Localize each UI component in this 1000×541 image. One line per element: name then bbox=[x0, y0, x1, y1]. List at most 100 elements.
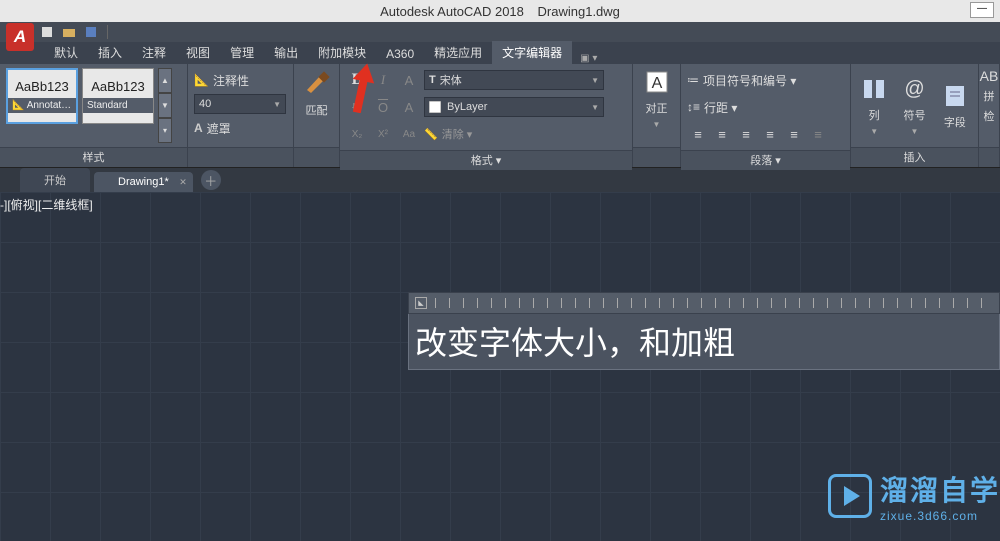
ribbon-collapse-icon[interactable]: ▣ ▾ bbox=[580, 53, 597, 64]
panel-insert: 列▼ @ 符号▼ 字段 插入 bbox=[851, 64, 979, 167]
doc-name: Drawing1.dwg bbox=[538, 4, 620, 19]
tab-annotate[interactable]: 注释 bbox=[132, 41, 176, 64]
ribbon: AaBb123 📐 Annotat… AaBb123 Standard ▲▼▾ … bbox=[0, 64, 1000, 168]
match-label: 匹配 bbox=[306, 102, 328, 118]
bullets-icon[interactable]: ≔ bbox=[687, 73, 699, 87]
annot-scale-icon[interactable]: 📐 bbox=[194, 73, 209, 87]
tab-output[interactable]: 输出 bbox=[264, 41, 308, 64]
subscript-button[interactable]: X₂ bbox=[346, 124, 368, 144]
columns-button[interactable]: 列▼ bbox=[857, 68, 891, 143]
panel-title-insert: 插入 bbox=[851, 147, 978, 167]
bold-button[interactable]: B bbox=[346, 70, 368, 90]
align-extra-button[interactable]: ≡ bbox=[807, 124, 829, 144]
justify-icon[interactable]: A bbox=[643, 68, 671, 96]
line-spacing-label[interactable]: 行距 ▾ bbox=[704, 99, 737, 116]
mtext-editor[interactable]: ◣ 改变字体大小，和加粗 bbox=[408, 292, 1000, 370]
tab-default[interactable]: 默认 bbox=[44, 41, 88, 64]
app-name: Autodesk AutoCAD 2018 bbox=[380, 4, 524, 19]
font-family-dropdown[interactable]: T 宋体 ▼ bbox=[424, 70, 604, 90]
mtext-content[interactable]: 改变字体大小，和加粗 bbox=[415, 325, 735, 361]
spell-icon[interactable]: AB bbox=[980, 68, 999, 84]
quick-access-toolbar: A bbox=[0, 22, 1000, 42]
panel-title-format[interactable]: 格式 ▾ bbox=[340, 150, 632, 170]
tab-featured[interactable]: 精选应用 bbox=[424, 41, 492, 64]
mask-label[interactable]: 遮罩 bbox=[207, 120, 231, 137]
qat-save-icon[interactable] bbox=[82, 24, 100, 40]
watermark-play-icon bbox=[828, 474, 872, 518]
ruler-icon[interactable]: 📏 bbox=[424, 128, 438, 141]
case-button[interactable]: Aa bbox=[398, 124, 420, 144]
other-a-button[interactable]: A bbox=[398, 97, 420, 117]
tab-text-editor[interactable]: 文字编辑器 bbox=[492, 41, 572, 64]
symbol-button[interactable]: @ 符号▼ bbox=[897, 68, 931, 143]
color-swatch-icon bbox=[429, 101, 441, 113]
doc-tab-drawing1[interactable]: Drawing1*✕ bbox=[94, 172, 193, 192]
minimize-button[interactable]: — bbox=[970, 2, 994, 18]
new-tab-button[interactable]: ＋ bbox=[201, 170, 221, 190]
mtext-ruler[interactable]: ◣ bbox=[408, 292, 1000, 314]
mtext-textbox[interactable]: 改变字体大小，和加粗 bbox=[408, 314, 1000, 370]
annot-label: 注释性 bbox=[213, 72, 249, 89]
align-left-button[interactable]: ≡ bbox=[687, 124, 709, 144]
drawing-canvas[interactable]: -][俯视][二维线框] ◣ 改变字体大小，和加粗 溜溜自学 zixue.3d6… bbox=[0, 192, 1000, 541]
clear-formatting-button[interactable]: 清除 ▾ bbox=[442, 126, 473, 142]
tab-view[interactable]: 视图 bbox=[176, 41, 220, 64]
style-sample: AaBb123 bbox=[91, 79, 145, 94]
panel-annot: 📐 注释性 40 ▼ A 遮罩 bbox=[188, 64, 294, 167]
style-card-standard[interactable]: AaBb123 Standard bbox=[82, 68, 154, 124]
qat-open-icon[interactable] bbox=[60, 24, 78, 40]
style-name: Standard bbox=[83, 98, 153, 113]
watermark-url: zixue.3d66.com bbox=[880, 509, 978, 523]
overline-button[interactable]: O bbox=[372, 97, 394, 117]
panel-match: 匹配 bbox=[294, 64, 340, 167]
ruler-corner-icon[interactable]: ◣ bbox=[415, 297, 427, 309]
window-titlebar: Autodesk AutoCAD 2018 Drawing1.dwg — bbox=[0, 0, 1000, 22]
panel-style: AaBb123 📐 Annotat… AaBb123 Standard ▲▼▾ … bbox=[0, 64, 188, 167]
ruler-ticks[interactable] bbox=[435, 298, 989, 308]
columns-icon bbox=[860, 75, 888, 103]
app-logo-icon[interactable]: A bbox=[6, 23, 34, 51]
watermark: 溜溜自学 zixue.3d66.com bbox=[828, 469, 1000, 523]
panel-format: B I A T 宋体 ▼ U O A ByLayer ▼ bbox=[340, 64, 633, 167]
close-icon[interactable]: ✕ bbox=[179, 177, 187, 188]
align-justify-button[interactable]: ≡ bbox=[759, 124, 781, 144]
text-height-value: 40 bbox=[199, 98, 211, 110]
align-dist-button[interactable]: ≡ bbox=[783, 124, 805, 144]
panel-title-paragraph[interactable]: 段落 ▾ bbox=[681, 150, 850, 170]
svg-text:A: A bbox=[651, 75, 662, 92]
font-value: 宋体 bbox=[440, 72, 462, 88]
qat-new-icon[interactable] bbox=[38, 24, 56, 40]
text-height-dropdown[interactable]: 40 ▼ bbox=[194, 94, 286, 114]
document-tabs: 开始 Drawing1*✕ ＋ bbox=[0, 168, 1000, 192]
font-button[interactable]: A bbox=[398, 70, 420, 90]
viewport-label[interactable]: -][俯视][二维线框] bbox=[0, 196, 93, 213]
strike-button[interactable]: U bbox=[346, 97, 368, 117]
panel-spell: AB 拼 检 bbox=[979, 64, 1000, 167]
field-button[interactable]: 字段 bbox=[938, 68, 972, 143]
style-card-annotative[interactable]: AaBb123 📐 Annotat… bbox=[6, 68, 78, 124]
align-right-button[interactable]: ≡ bbox=[735, 124, 757, 144]
line-spacing-icon[interactable]: ↕≡ bbox=[687, 100, 700, 114]
justify-label[interactable]: 对正 bbox=[646, 100, 668, 116]
panel-title-style: 样式 bbox=[0, 147, 187, 167]
align-center-button[interactable]: ≡ bbox=[711, 124, 733, 144]
tab-addon[interactable]: 附加模块 bbox=[308, 41, 376, 64]
layer-color-dropdown[interactable]: ByLayer ▼ bbox=[424, 97, 604, 117]
layer-value: ByLayer bbox=[447, 101, 487, 113]
ribbon-tabs: 默认 插入 注释 视图 管理 输出 附加模块 A360 精选应用 文字编辑器 ▣… bbox=[0, 42, 1000, 64]
style-gallery-scroll[interactable]: ▲▼▾ bbox=[158, 68, 172, 143]
panel-alignment: A 对正 ▼ bbox=[633, 64, 681, 167]
mask-icon[interactable]: A bbox=[194, 121, 203, 135]
superscript-button[interactable]: X² bbox=[372, 124, 394, 144]
tab-insert[interactable]: 插入 bbox=[88, 41, 132, 64]
panel-paragraph: ≔ 项目符号和编号 ▾ ↕≡ 行距 ▾ ≡ ≡ ≡ ≡ ≡ ≡ 段落 ▾ bbox=[681, 64, 851, 167]
tab-manage[interactable]: 管理 bbox=[220, 41, 264, 64]
symbol-icon: @ bbox=[900, 75, 928, 103]
tab-a360[interactable]: A360 bbox=[376, 44, 424, 64]
style-name: 📐 Annotat… bbox=[8, 98, 76, 113]
watermark-title: 溜溜自学 bbox=[880, 469, 1000, 509]
bullets-label[interactable]: 项目符号和编号 ▾ bbox=[703, 72, 796, 89]
italic-button[interactable]: I bbox=[372, 70, 394, 90]
doc-tab-start[interactable]: 开始 bbox=[20, 168, 90, 192]
match-brush-icon[interactable] bbox=[302, 68, 332, 98]
